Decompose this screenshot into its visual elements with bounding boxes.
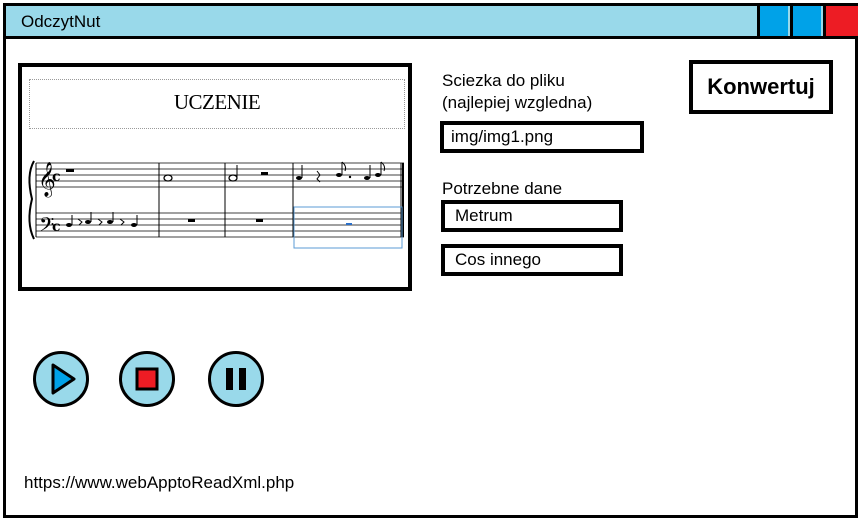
file-path-label-line2: (najlepiej wzgledna) [442, 93, 593, 112]
maximize-button[interactable] [790, 6, 821, 36]
play-icon [51, 363, 76, 395]
close-button[interactable] [823, 6, 858, 36]
stop-icon [135, 367, 159, 391]
stop-button[interactable] [119, 351, 175, 407]
other-data-field[interactable]: Cos innego [441, 244, 623, 276]
window-title: OdczytNut [21, 12, 101, 31]
convert-button[interactable]: Konwertuj [689, 60, 833, 114]
sheet-music-preview: UCZENIE 𝄞 𝄢 c c [18, 63, 412, 291]
file-path-label-line1: Sciezka do pliku [442, 71, 565, 90]
svg-text:c: c [52, 219, 61, 235]
title-bar[interactable]: OdczytNut [6, 6, 858, 39]
pause-button[interactable] [208, 351, 264, 407]
music-staff-image: 𝄞 𝄢 c c [28, 160, 404, 249]
metrum-field[interactable]: Metrum [441, 200, 623, 232]
url-text: https://www.webApptoReadXml.php [24, 473, 295, 492]
pause-icon [226, 368, 246, 390]
svg-text:c: c [52, 169, 61, 185]
file-path-input[interactable]: img/img1.png [440, 121, 644, 153]
minimize-button[interactable] [757, 6, 788, 36]
play-button[interactable] [33, 351, 89, 407]
required-data-label: Potrzebne dane [442, 179, 563, 198]
